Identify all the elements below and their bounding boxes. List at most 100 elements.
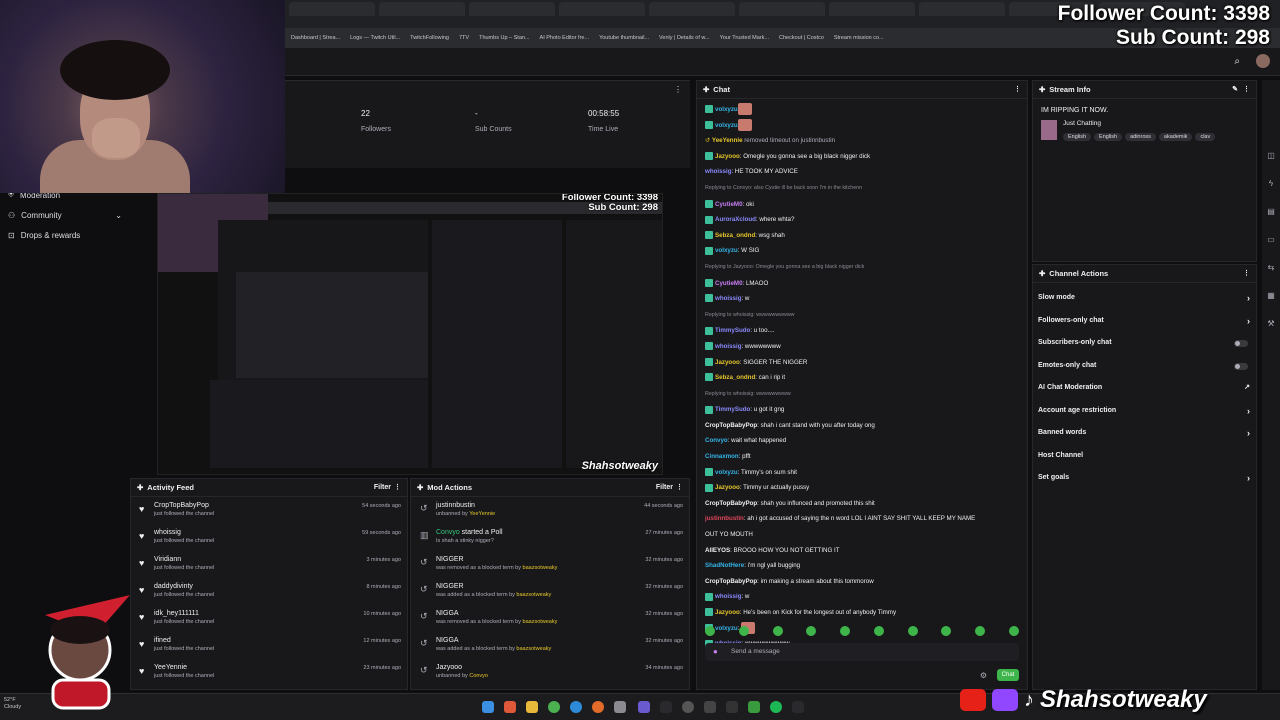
mod-action-user[interactable]: baazsotweaky (516, 646, 551, 652)
toggle-switch[interactable] (1234, 362, 1248, 370)
chat-message[interactable]: whoissig: wwwwwwww (705, 339, 1019, 355)
bookmark-link[interactable]: Logs — Twitch Util... (350, 35, 400, 41)
filter-button[interactable]: Filter (656, 479, 673, 497)
spotify-icon[interactable] (770, 701, 782, 713)
emote-icon[interactable] (705, 626, 715, 636)
mod-action-row[interactable]: ↺ NIGGER was added as a blocked term by ba… (411, 578, 689, 605)
chat-username[interactable]: Sebza_ondnd (715, 374, 755, 381)
bookmark-link[interactable]: 7TV (459, 35, 469, 41)
channel-action-row[interactable]: Followers-only chat › (1033, 310, 1256, 333)
bookmark-link[interactable]: Venly | Details of w... (659, 35, 710, 41)
activity-feed-row[interactable]: ♥ idk_hey111111 just followed the channel 1… (131, 605, 407, 632)
chat-message[interactable]: AllEYOS: BROOO HOW YOU NOT GETTING IT (705, 543, 1019, 559)
terminal-icon[interactable] (660, 701, 672, 713)
mod-action-row[interactable]: ↺ NIGGA was removed as a blocked term by b… (411, 605, 689, 632)
chat-username[interactable]: CropTopBabyPop (705, 422, 757, 429)
filter-button[interactable]: Filter (374, 479, 391, 497)
quick-action-icon[interactable]: ▭ (1262, 226, 1280, 254)
chat-message[interactable]: Sebza_ondnd: can i rip it (705, 370, 1019, 386)
bookmark-link[interactable]: Your Trusted Mark... (720, 35, 769, 41)
activity-feed-row[interactable]: ♥ CropTopBabyPop just followed the channel… (131, 497, 407, 524)
stream-tag[interactable]: English (1094, 133, 1123, 141)
chat-message[interactable]: Sebza_ondnd: wsg shah (705, 228, 1019, 244)
chat-username[interactable]: Jazyooo (715, 153, 740, 160)
chat-username[interactable]: Jazyooo (715, 484, 740, 491)
mod-action-row[interactable]: ↺ NIGGA was added as a blocked term by baa… (411, 632, 689, 659)
browser-tab[interactable] (559, 2, 645, 16)
chat-username[interactable]: AllEYOS (705, 547, 730, 554)
chat-username[interactable]: CropTopBabyPop (705, 500, 757, 507)
chat-username[interactable]: AuroraXcloud (715, 216, 756, 223)
chat-message[interactable]: Cinnaxmon: pfft (705, 449, 1019, 465)
channel-action-row[interactable]: AI Chat Moderation ↗ (1033, 377, 1256, 400)
chat-message[interactable]: AuroraXcloud: where whta? (705, 212, 1019, 228)
quick-action-icon[interactable]: ▦ (1262, 282, 1280, 310)
kebab-menu-icon[interactable]: ⋮ (1243, 81, 1250, 99)
sidebar-item-drops[interactable]: ⊡ Drops & rewards (0, 225, 130, 245)
chat-message[interactable]: Convyo: wait what happened (705, 433, 1019, 449)
browser-tab[interactable] (649, 2, 735, 16)
chat-message[interactable]: Jazyooo: He's been on Kick for the longe… (705, 605, 1019, 621)
weather-widget[interactable]: 52°F Cloudy (4, 697, 21, 711)
chat-message[interactable]: whoissig: w (705, 291, 1019, 307)
chat-message[interactable]: Replying to Convyo: also Cyutie ill be b… (705, 180, 1019, 197)
start-icon[interactable] (482, 701, 494, 713)
app-icon[interactable] (726, 701, 738, 713)
chat-username[interactable]: volxyzu (715, 106, 738, 113)
emote-icon[interactable] (975, 626, 986, 636)
browser-tab[interactable] (289, 2, 375, 16)
chrome-icon[interactable] (548, 701, 560, 713)
obs-icon[interactable] (682, 701, 694, 713)
browser-tab[interactable] (829, 2, 915, 16)
sidebar-item-community[interactable]: ⚇ Community ⌄ (0, 205, 130, 225)
emote-icon[interactable] (806, 626, 817, 636)
firefox-icon[interactable] (592, 701, 604, 713)
activity-feed-row[interactable]: ♥ YeeYennie just followed the channel 23 mi… (131, 659, 407, 686)
chat-log[interactable]: volxyzu volxyzu ↺ YeeYennie removed timeou… (697, 100, 1027, 700)
mod-action-row[interactable]: ↺ NIGGER was removed as a blocked term by … (411, 551, 689, 578)
browser-tab[interactable] (469, 2, 555, 16)
mod-action-row[interactable]: ↺ justinnbustin unbanned by YeeYennie 44 se… (411, 497, 689, 524)
chat-message[interactable]: Replying to whoissig: wwwwwwwww (705, 386, 1019, 403)
activity-feed-row[interactable]: ♥ daddydivinty just followed the channel 8 … (131, 578, 407, 605)
emote-icon[interactable] (738, 626, 749, 636)
brave-icon[interactable] (504, 701, 516, 713)
chat-username[interactable]: whoissig (715, 295, 741, 302)
settings-gear-icon[interactable]: ⚙ (980, 671, 987, 680)
chat-message[interactable]: Jazyooo: SIGGER THE NIGGER (705, 355, 1019, 371)
chat-message[interactable]: volxyzu: W SIG (705, 243, 1019, 259)
stream-tag[interactable]: clav (1195, 133, 1216, 141)
toggle-switch[interactable] (1234, 340, 1248, 347)
chat-username[interactable]: volxyzu (715, 469, 738, 476)
browser-tab[interactable] (739, 2, 825, 16)
chat-message[interactable]: CropTopBabyPop: shah i cant stand with y… (705, 418, 1019, 434)
chat-username[interactable]: volxyzu (715, 122, 738, 129)
chat-message[interactable]: justinnbustin: ah i got accused of sayin… (705, 511, 1019, 527)
kebab-menu-icon[interactable]: ⋮ (394, 479, 401, 497)
app-icon[interactable] (792, 701, 804, 713)
emote-icon[interactable] (1008, 626, 1019, 636)
channel-action-row[interactable]: Account age restriction › (1033, 400, 1256, 423)
chat-input[interactable]: Send a message (705, 643, 1019, 661)
chat-username[interactable]: volxyzu (715, 247, 738, 254)
chat-username[interactable]: whoissig (705, 168, 731, 175)
chat-message[interactable]: Replying to Jazyooo: Omegle you gonna se… (705, 259, 1019, 276)
chat-message[interactable]: TimmySudo: u got it gng (705, 402, 1019, 418)
activity-feed-row[interactable]: ♥ whoissig just followed the channel 59 sec… (131, 524, 407, 551)
mod-action-user[interactable]: Convyo (469, 673, 488, 679)
chat-username[interactable]: ShadNotHere (705, 562, 744, 569)
emote-icon[interactable] (941, 626, 952, 636)
channel-action-row[interactable]: Host Channel (1033, 445, 1256, 468)
chat-username[interactable]: whoissig (715, 593, 741, 600)
mod-action-row[interactable]: ▥ Convyo started a Poll Is shah a stinky n… (411, 524, 689, 551)
chat-message[interactable]: ShadNotHere: i'm ngl yall bugging (705, 558, 1019, 574)
chat-message[interactable]: CropTopBabyPop: shah you influnced and p… (705, 496, 1019, 512)
folder-icon[interactable] (526, 701, 538, 713)
chat-message[interactable]: Jazyooo: Omegle you gonna see a big blac… (705, 149, 1019, 165)
channel-action-row[interactable]: Emotes-only chat (1033, 355, 1256, 378)
excel-icon[interactable] (748, 701, 760, 713)
chat-message[interactable]: OUT YO MOUTH (705, 527, 1019, 543)
bookmark-link[interactable]: Dashboard | Strea... (291, 35, 340, 41)
emote-icon[interactable] (772, 626, 783, 636)
emote-icon[interactable] (873, 626, 884, 636)
